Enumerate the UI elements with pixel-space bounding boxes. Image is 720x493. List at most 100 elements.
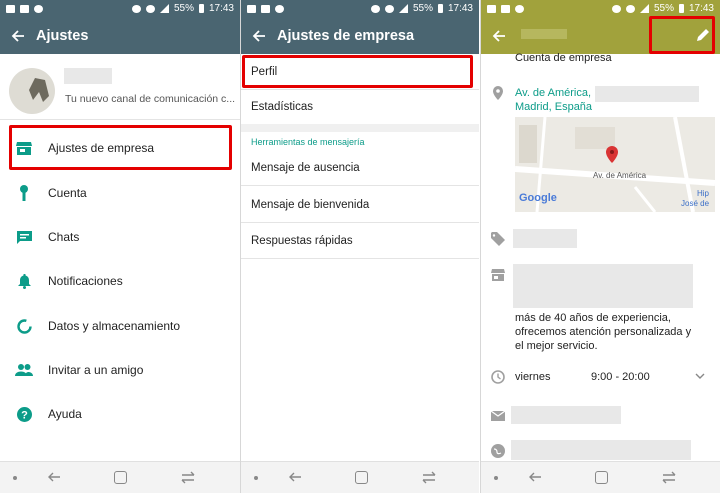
business-name-blurred [521, 29, 567, 39]
battery-icon [437, 4, 443, 13]
avatar[interactable] [9, 68, 55, 114]
nav-dot-icon[interactable] [494, 476, 498, 480]
wifi-icon [145, 4, 155, 13]
settings-item-data[interactable]: Datos y almacenamiento [0, 304, 240, 348]
page-title: Ajustes [36, 27, 89, 44]
clock: 17:43 [688, 3, 714, 14]
address-blurred [595, 86, 699, 102]
signal-icon [159, 4, 169, 13]
profile-name-blurred [64, 68, 112, 84]
nav-back-icon[interactable] [528, 470, 542, 484]
nav-dot-icon[interactable] [13, 476, 17, 480]
app-icon [275, 4, 284, 13]
settings-panel: 55% 17:43 Ajustes Tu nuevo canal de comun… [0, 0, 240, 493]
hours-day: viernes [515, 371, 551, 383]
nav-dot-icon[interactable] [254, 476, 258, 480]
address-line-1[interactable]: Av. de América, [515, 86, 591, 101]
list-item-label: Mensaje de bienvenida [251, 198, 370, 211]
svg-text:?: ? [21, 409, 28, 421]
alarm-icon [370, 4, 380, 13]
app-icon [515, 4, 524, 13]
wifi-icon [625, 4, 635, 13]
business-category: Cuenta de empresa [515, 52, 612, 64]
image-icon [20, 4, 29, 13]
settings-item-help[interactable]: ? Ayuda [0, 392, 240, 436]
map-logo: Google [519, 192, 557, 204]
description-blurred [513, 264, 693, 308]
hours-time: 9:00 - 20:00 [591, 371, 650, 383]
data-usage-icon [16, 318, 32, 334]
nav-recent-icon[interactable] [180, 471, 196, 484]
chat-icon [16, 230, 32, 244]
app-bar: Ajustes [0, 17, 240, 54]
notification-icon [487, 4, 496, 13]
nav-home-icon[interactable] [595, 471, 608, 484]
image-icon [261, 4, 270, 13]
tag-icon [491, 232, 505, 246]
battery-percent: 55% [173, 3, 194, 14]
alarm-icon [131, 4, 141, 13]
nav-home-icon[interactable] [114, 471, 127, 484]
notification-icon [247, 4, 256, 13]
nav-recent-icon[interactable] [661, 471, 677, 484]
nav-bar [481, 461, 720, 493]
list-item-quick-replies[interactable]: Respuestas rápidas [241, 223, 479, 259]
nav-recent-icon[interactable] [421, 471, 437, 484]
email-icon [491, 410, 505, 421]
nav-bar [241, 461, 479, 493]
nav-back-icon[interactable] [288, 470, 302, 484]
location-icon [493, 86, 503, 100]
back-arrow-icon[interactable] [241, 17, 277, 54]
list-item-label: Respuestas rápidas [251, 234, 353, 247]
map-corner-label-1: Hip [697, 189, 710, 198]
nav-back-icon[interactable] [47, 470, 61, 484]
settings-item-label: Ayuda [48, 407, 82, 421]
settings-item-label: Invitar a un amigo [48, 363, 144, 377]
store-icon [491, 269, 505, 281]
image-icon [501, 4, 510, 13]
profile-status: Tu nuevo canal de comunicación c... [65, 93, 236, 105]
battery-icon [678, 4, 684, 13]
battery-icon [198, 4, 204, 13]
battery-percent: 55% [653, 3, 674, 14]
highlight-frame [9, 125, 232, 170]
back-arrow-icon[interactable] [481, 17, 517, 54]
tag-blurred [513, 229, 577, 248]
battery-percent: 55% [412, 3, 433, 14]
settings-item-label: Cuenta [48, 186, 87, 200]
app-icon [34, 4, 43, 13]
globe-icon [491, 444, 505, 458]
signal-icon [639, 4, 649, 13]
nav-bar [0, 461, 240, 493]
settings-item-label: Notificaciones [48, 274, 123, 288]
signal-icon [398, 4, 408, 13]
map-preview[interactable]: Av. de América Google Hip José de [515, 117, 715, 212]
description-line-1: más de 40 años de experiencia, [515, 312, 671, 324]
wifi-icon [384, 4, 394, 13]
settings-item-label: Chats [48, 230, 80, 244]
profile-row[interactable]: Tu nuevo canal de comunicación c... [0, 54, 240, 120]
map-corner-label-2: José de [681, 199, 710, 208]
settings-item-account[interactable]: Cuenta [0, 171, 240, 215]
highlight-frame [649, 16, 715, 54]
status-bar: 55% 17:43 [241, 0, 479, 17]
list-item-welcome-message[interactable]: Mensaje de bienvenida [241, 187, 479, 223]
nav-home-icon[interactable] [355, 471, 368, 484]
clock-icon [491, 370, 505, 384]
alarm-icon [611, 4, 621, 13]
settings-item-chats[interactable]: Chats [0, 215, 240, 259]
highlight-frame [242, 55, 473, 88]
status-bar: 55% 17:43 [481, 0, 720, 17]
settings-item-invite[interactable]: Invitar a un amigo [0, 348, 240, 392]
list-item-statistics[interactable]: Estadísticas [241, 90, 479, 132]
business-profile-panel: 55% 17:43 Cuenta de empresa Av. de Améric… [481, 0, 720, 493]
business-settings-panel: 55% 17:43 Ajustes de empresa Perfil Estad… [241, 0, 479, 493]
clock: 17:43 [447, 3, 473, 14]
address-line-2[interactable]: Madrid, España [515, 100, 592, 115]
back-arrow-icon[interactable] [0, 17, 36, 54]
description-line-2: ofrecemos atención personalizada y [515, 326, 692, 338]
list-item-away-message[interactable]: Mensaje de ausencia [241, 150, 479, 186]
settings-item-notifications[interactable]: Notificaciones [0, 259, 240, 303]
description-line-3: el mejor servicio. [515, 340, 598, 352]
chevron-down-icon[interactable] [695, 372, 705, 380]
